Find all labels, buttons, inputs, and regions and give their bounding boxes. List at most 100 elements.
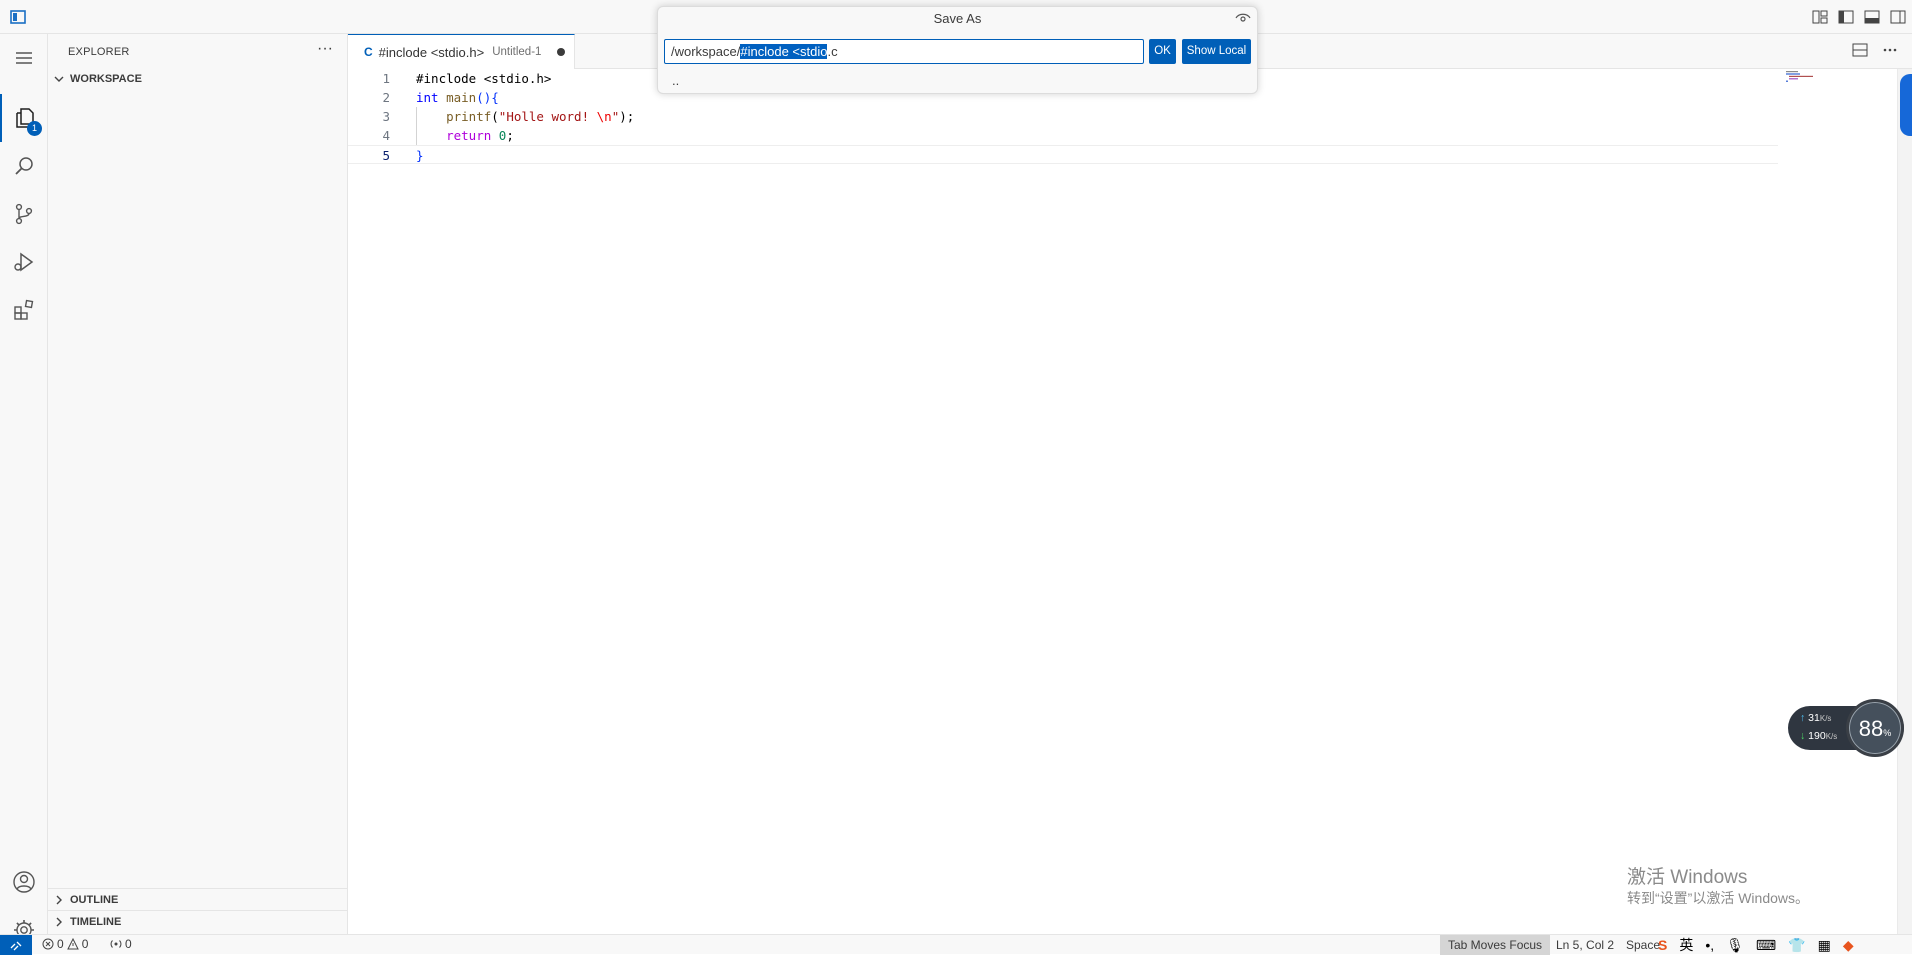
split-editor-icon[interactable]: [1852, 43, 1868, 57]
toggle-panel-icon[interactable]: [1862, 8, 1882, 26]
error-count: 0: [57, 937, 64, 951]
upload-arrow-icon: ↑: [1800, 712, 1806, 724]
microphone-icon[interactable]: 🎙: [1726, 937, 1744, 954]
ports-count: 0: [125, 937, 132, 951]
source-control-icon[interactable]: [0, 190, 48, 238]
floating-assistant-bubble[interactable]: [1900, 74, 1912, 136]
upload-value: 31: [1808, 712, 1820, 724]
line-number: 4: [382, 128, 390, 143]
timeline-section-header[interactable]: TIMELINE: [52, 915, 121, 929]
code-line[interactable]: 5}: [348, 145, 1778, 164]
path-prefix: /workspace/: [671, 44, 741, 59]
code-line[interactable]: 3 printf("Holle word! \n");: [348, 107, 1778, 126]
chevron-right-icon: [56, 895, 62, 905]
broadcast-icon: [110, 940, 122, 948]
chevron-right-icon: [56, 917, 62, 927]
ok-button[interactable]: OK: [1149, 39, 1176, 64]
gauge-value: 88%: [1849, 716, 1901, 742]
toggle-primary-sidebar-icon[interactable]: [1836, 8, 1856, 26]
chevron-down-icon: [54, 76, 64, 82]
code-editor[interactable]: 1 #inclode <stdio.h> 2 int main(){3 printf(…: [348, 69, 1896, 934]
code-token: int: [416, 90, 439, 105]
upload-unit: K/s: [1819, 714, 1832, 723]
skin-icon[interactable]: 👕: [1788, 937, 1805, 954]
sogou-logo-icon[interactable]: S: [1658, 937, 1667, 953]
unsaved-dot-icon[interactable]: [557, 48, 566, 56]
ime-language-toggle[interactable]: 英: [1679, 935, 1693, 955]
cursor-position[interactable]: Ln 5, Col 2: [1548, 935, 1622, 955]
mascot-icon[interactable]: ◆: [1843, 937, 1854, 954]
search-icon[interactable]: [0, 142, 48, 190]
problems-indicator[interactable]: 0 0: [42, 937, 88, 951]
download-speed: ↓ 190K/s: [1800, 730, 1837, 742]
code-token: #inclode <stdio.h>: [416, 71, 552, 86]
warning-count: 0: [81, 937, 89, 951]
code-token: ;: [506, 128, 514, 143]
code-token: return: [446, 128, 492, 143]
code-text: }: [416, 146, 424, 165]
line-number: 5: [382, 148, 390, 163]
code-text: printf("Holle word! \n");: [416, 107, 634, 126]
tab-moves-focus-indicator[interactable]: Tab Moves Focus: [1440, 935, 1551, 955]
punctuation-icon[interactable]: •,: [1705, 937, 1714, 953]
keyboard-icon[interactable]: ⌨: [1756, 937, 1776, 954]
code-token: }: [416, 148, 424, 163]
explorer-more-actions-button[interactable]: ···: [317, 40, 333, 58]
path-extension: .c: [827, 44, 838, 59]
parent-folder-item[interactable]: ..: [672, 73, 679, 88]
explorer-sidebar: EXPLORER ··· WORKSPACE OUTLINE TIMELINE: [48, 34, 348, 934]
status-bar: 0 0 0 Tab Moves Focus Ln 5, Col 2 Space …: [0, 934, 1912, 955]
explorer-header: EXPLORER: [68, 46, 130, 58]
show-local-button[interactable]: Show Local: [1182, 39, 1251, 64]
run-debug-icon[interactable]: [0, 238, 48, 286]
account-icon[interactable]: [0, 858, 48, 906]
tab-title: #inclode <stdio.h>: [378, 44, 485, 60]
indent-guide: [416, 107, 417, 145]
workspace-label: WORKSPACE: [70, 73, 142, 85]
save-as-dialog: Save As /workspace/#inclode <stdio.c OK …: [657, 6, 1258, 94]
line-number: 3: [382, 109, 390, 124]
toggle-secondary-sidebar-icon[interactable]: [1888, 8, 1908, 26]
code-token: main: [446, 90, 477, 105]
activate-windows-title: 激活 Windows: [1627, 867, 1748, 888]
explorer-icon[interactable]: 1: [0, 94, 48, 142]
workspace-section-header[interactable]: WORKSPACE: [52, 72, 142, 86]
section-divider: [48, 888, 348, 889]
line-number: 1: [382, 71, 390, 86]
code-text: #inclode <stdio.h>: [416, 69, 551, 88]
memory-usage-gauge[interactable]: 88%: [1846, 699, 1904, 757]
code-token: \n: [596, 109, 612, 124]
save-as-title: Save As: [933, 11, 982, 26]
gauge-percent: 88: [1858, 716, 1884, 741]
download-unit: K/s: [1825, 732, 1838, 741]
code-line[interactable]: 4 return 0;: [348, 126, 1778, 145]
ports-indicator[interactable]: 0: [110, 937, 132, 951]
code-token: );: [619, 109, 635, 124]
activity-bar: 1: [0, 34, 48, 940]
layout-controls: [1810, 8, 1908, 26]
outline-section-header[interactable]: OUTLINE: [52, 893, 118, 907]
menu-icon[interactable]: [0, 34, 48, 82]
save-path-input[interactable]: /workspace/#inclode <stdio.c: [664, 39, 1144, 64]
editor-tab-untitled-1[interactable]: C #inclode <stdio.h> Untitled-1: [348, 34, 575, 69]
explorer-badge: 1: [27, 121, 42, 136]
code-text: return 0;: [416, 126, 514, 145]
extensions-icon[interactable]: [0, 286, 48, 334]
download-value: 190: [1808, 730, 1826, 742]
toolbox-icon[interactable]: ▦: [1818, 937, 1831, 954]
c-language-icon: C: [364, 45, 373, 59]
activate-windows-hint: 转到“设置”以激活 Windows。: [1627, 890, 1810, 906]
code-text: int main(){: [416, 88, 499, 107]
minimap[interactable]: [1786, 71, 1826, 83]
error-icon: [42, 938, 54, 950]
timeline-label: TIMELINE: [70, 916, 122, 928]
customize-layout-icon[interactable]: [1810, 8, 1830, 26]
more-actions-icon[interactable]: [1882, 43, 1898, 57]
eye-icon[interactable]: [1235, 11, 1251, 25]
editor-scrollbar[interactable]: [1897, 69, 1912, 934]
code-token: (: [491, 109, 499, 124]
remote-indicator-icon[interactable]: [0, 935, 32, 955]
